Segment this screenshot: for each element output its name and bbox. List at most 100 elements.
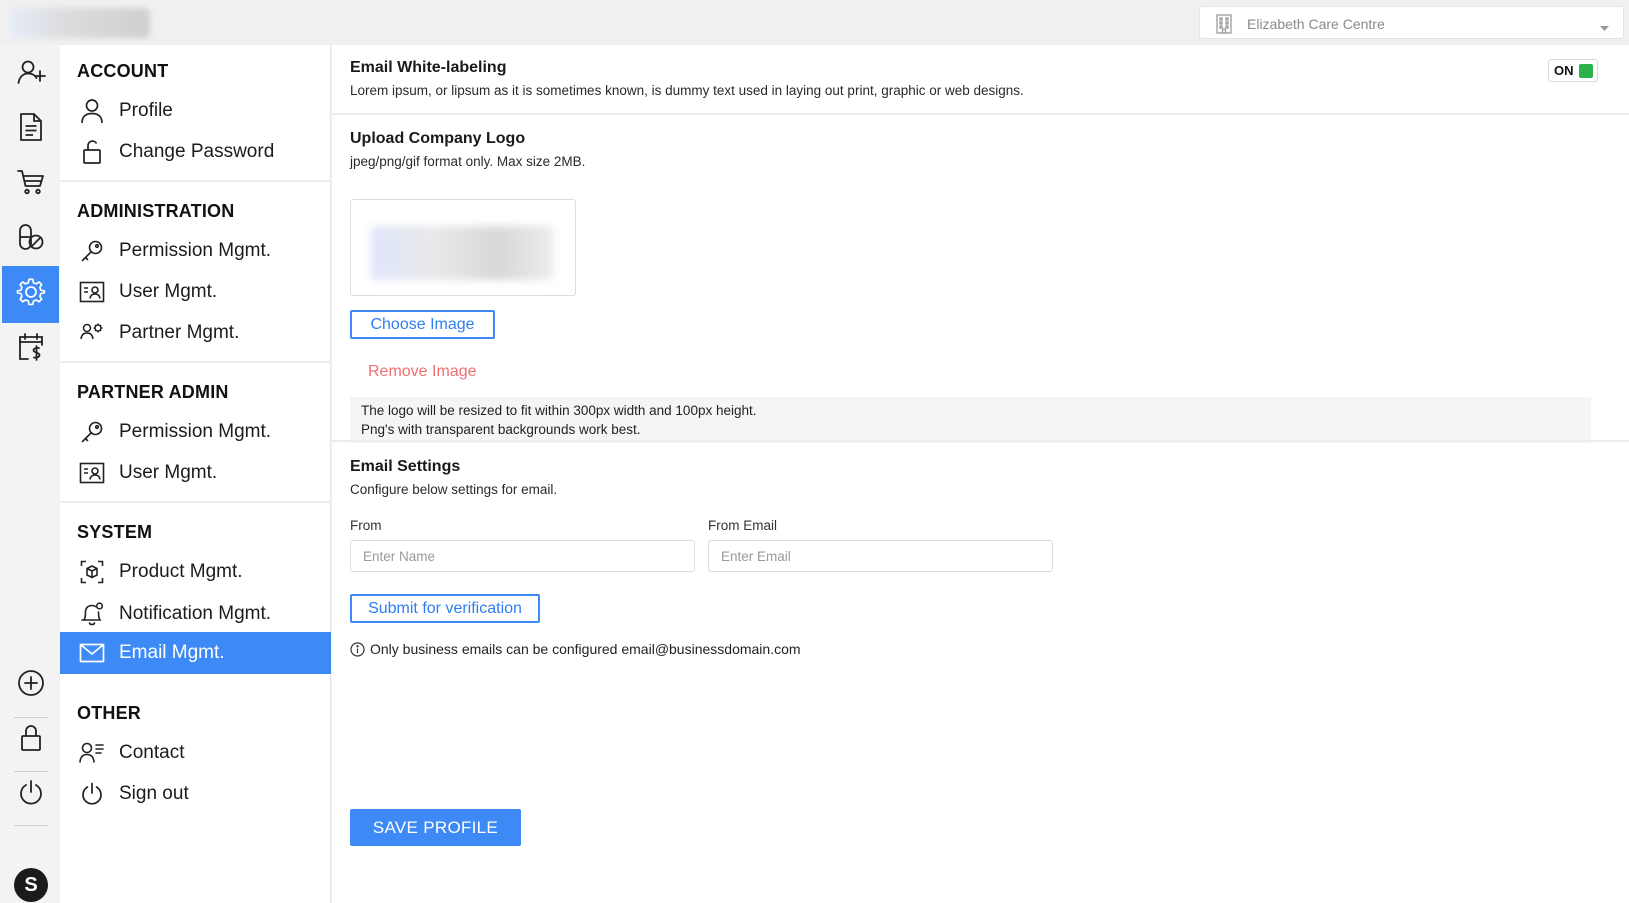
menu-item-label: Email Mgmt. [119,642,225,663]
bell-icon [77,599,107,629]
section-heading-account: ACCOUNT [77,61,169,81]
menu-item-label: Partner Mgmt. [119,322,240,343]
key-icon [77,417,107,447]
gear-icon [16,277,46,312]
from-label: From [350,518,382,533]
pills-icon [17,222,45,257]
save-profile-button[interactable]: SAVE PROFILE [350,809,521,846]
menu-item-label: Permission Mgmt. [119,421,272,442]
menu-item-permission-mgmt[interactable]: Permission Mgmt. [60,230,331,272]
menu-item-product-mgmt[interactable]: Product Mgmt. [60,551,331,593]
menu-item-label: Permission Mgmt. [119,240,272,261]
contact-icon [77,738,107,768]
menu-item-contact[interactable]: Contact [60,732,331,774]
chevron-down-icon [1600,19,1609,37]
icon-rail [0,45,60,903]
email-info-text: Only business emails can be configured e… [370,641,801,657]
mail-icon [77,638,107,668]
menu-item-change-password[interactable]: Change Password [60,131,331,173]
facility-name: Elizabeth Care Centre [1247,16,1385,32]
email-settings-title: Email Settings [350,458,461,475]
toggle-label: ON [1554,63,1574,78]
menu-item-notification-mgmt[interactable]: Notification Mgmt. [60,593,331,635]
app-window: Elizabeth Care Centre S ACCOUNT Profile … [0,0,1629,903]
from-name-input[interactable] [350,540,695,572]
menu-item-label: User Mgmt. [119,281,218,302]
logo-preview-image [371,226,553,280]
rail-add[interactable] [2,657,59,714]
main-content: Email White-labeling Lorem ipsum, or lip… [332,45,1629,903]
user-icon [77,96,107,126]
menu-item-user-mgmt[interactable]: User Mgmt. [60,271,331,313]
power-icon [77,779,107,809]
rail-power[interactable] [2,767,59,824]
toggle-indicator [1578,63,1593,78]
logo-note: The logo will be resized to fit within 3… [350,397,1591,443]
menu-item-partner-user-mgmt[interactable]: User Mgmt. [60,452,331,494]
menu-item-email-mgmt[interactable]: Email Mgmt. [60,632,331,674]
rail-add-user[interactable] [2,46,59,103]
rail-divider [14,825,48,826]
cart-icon [16,168,46,201]
menu-item-label: User Mgmt. [119,462,218,483]
calendar-dollar-icon [17,331,45,368]
settings-menu: ACCOUNT Profile Change Password ADMINIST… [60,45,331,903]
rail-settings[interactable] [2,266,59,323]
plus-circle-icon [17,669,45,702]
section-divider [332,113,1629,115]
section-heading-administration: ADMINISTRATION [77,201,235,221]
top-bar: Elizabeth Care Centre [0,0,1629,45]
section-divider [332,440,1629,442]
logo-note-line: Png's with transparent backgrounds work … [361,422,641,437]
rail-billing[interactable] [2,321,59,378]
section-heading-partner-admin: PARTNER ADMIN [77,382,229,402]
rail-lock[interactable] [2,712,59,769]
menu-divider [60,361,331,363]
logo-preview [350,199,576,296]
upload-logo-title: Upload Company Logo [350,130,526,147]
unlock-icon [77,137,107,167]
menu-item-label: Sign out [119,783,189,804]
partner-icon [77,318,107,348]
white-label-title: Email White-labeling [350,59,507,76]
id-card-icon [77,277,107,307]
id-card-icon [77,458,107,488]
user-plus-icon [16,57,46,92]
section-heading-other: OTHER [77,703,141,723]
email-settings-description: Configure below settings for email. [350,482,558,497]
rail-pills[interactable] [2,211,59,268]
info-icon [350,641,365,657]
menu-item-label: Product Mgmt. [119,561,243,582]
white-label-toggle[interactable]: ON [1548,59,1598,82]
avatar[interactable]: S [14,868,48,902]
document-icon [18,112,44,147]
submit-verification-button[interactable]: Submit for verification [350,594,540,623]
menu-divider [60,180,331,182]
menu-divider [60,501,331,503]
building-icon [1215,14,1233,39]
remove-image-link[interactable]: Remove Image [368,363,477,381]
lock-icon [19,723,43,758]
menu-item-sign-out[interactable]: Sign out [60,773,331,815]
white-label-description: Lorem ipsum, or lipsum as it is sometime… [350,83,1024,98]
section-heading-system: SYSTEM [77,522,153,542]
power-icon [17,779,45,812]
menu-item-partner-permission-mgmt[interactable]: Permission Mgmt. [60,411,331,453]
menu-item-label: Change Password [119,141,275,162]
email-info: Only business emails can be configured e… [350,641,801,657]
choose-image-button[interactable]: Choose Image [350,310,495,339]
logo-note-line: The logo will be resized to fit within 3… [361,403,757,418]
key-icon [77,236,107,266]
menu-item-profile[interactable]: Profile [60,90,331,132]
from-email-input[interactable] [708,540,1053,572]
upload-logo-hint: jpeg/png/gif format only. Max size 2MB. [350,154,586,169]
product-scan-icon [77,557,107,587]
menu-item-label: Notification Mgmt. [119,603,272,624]
rail-cart[interactable] [2,156,59,213]
facility-selector[interactable]: Elizabeth Care Centre [1199,6,1624,39]
menu-item-partner-mgmt[interactable]: Partner Mgmt. [60,312,331,354]
menu-item-label: Contact [119,742,185,763]
brand-logo [10,8,150,38]
menu-item-label: Profile [119,100,173,121]
rail-documents[interactable] [2,101,59,158]
